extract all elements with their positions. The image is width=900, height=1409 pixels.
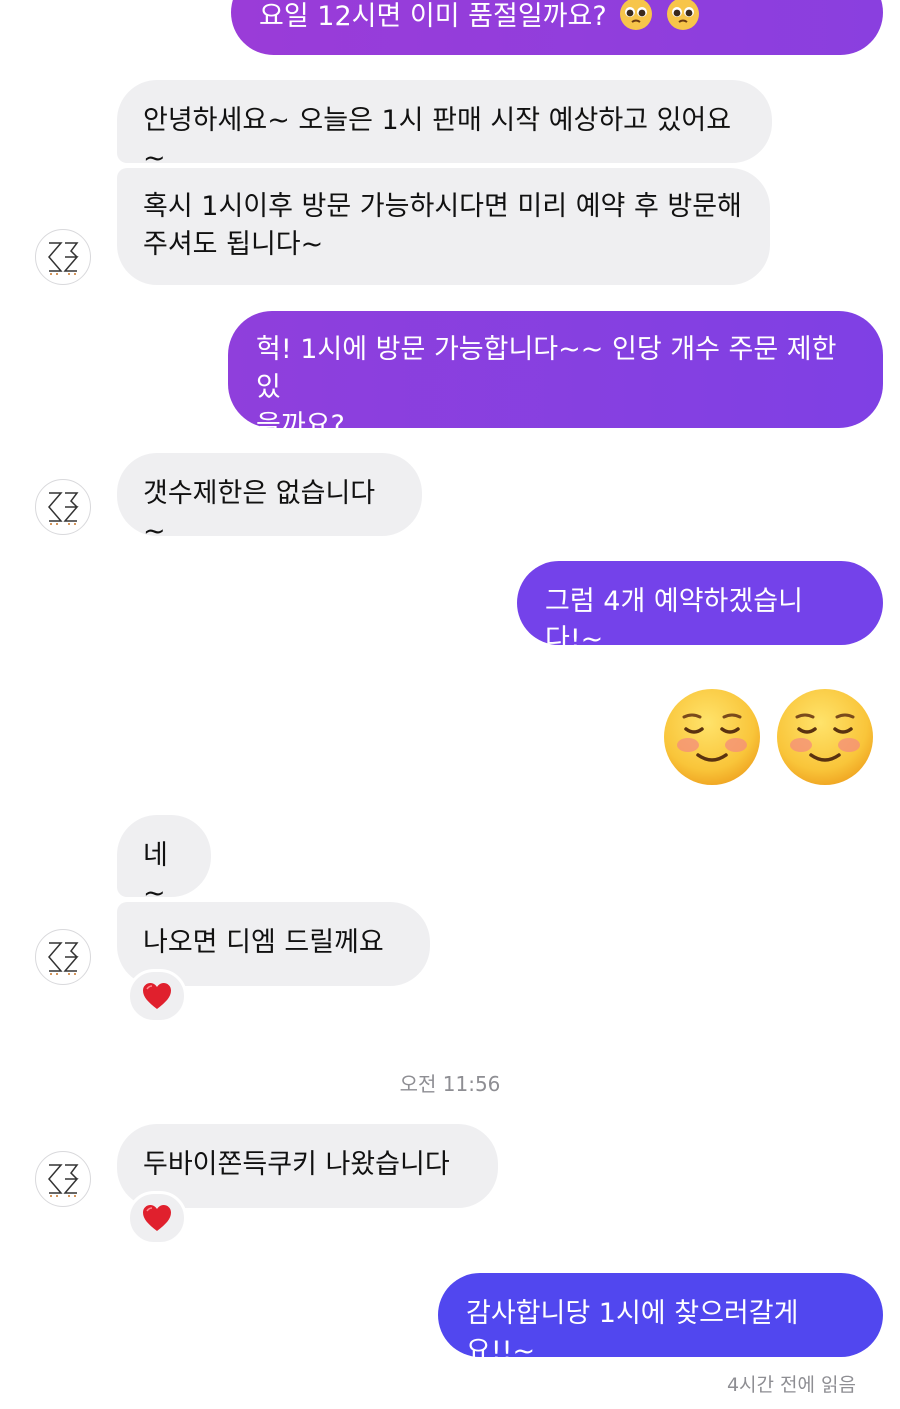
avatar[interactable]: [35, 1151, 91, 1207]
pleading-face-icon: [619, 0, 653, 42]
shop-logo-icon: [48, 942, 79, 975]
message-text: 네~: [143, 840, 168, 909]
avatar[interactable]: [35, 929, 91, 985]
red-heart-icon: [143, 983, 171, 1009]
message-text: 갯수제한은 없습니다~: [143, 478, 376, 547]
reaction-badge[interactable]: [127, 969, 187, 1023]
incoming-message-bubble[interactable]: 갯수제한은 없습니다~: [117, 453, 422, 547]
emoji-message[interactable]: [662, 687, 877, 787]
reaction-badge[interactable]: [127, 1191, 187, 1245]
outgoing-message-bubble[interactable]: 감사합니당 1시에 찾으러갈게요!!~: [438, 1273, 883, 1367]
outgoing-message-bubble[interactable]: 그럼 4개 예약하겠습니다!~: [517, 561, 883, 655]
message-text-line: 을까요?: [256, 410, 345, 441]
message-text: 감사합니당 1시에 찾으러갈게요!!~: [466, 1298, 799, 1367]
pleading-face-icon: [666, 0, 700, 42]
incoming-message-bubble[interactable]: 네~: [117, 815, 211, 909]
shop-logo-icon: [48, 1164, 79, 1197]
message-text-line: 주셔도 됩니다~: [143, 229, 324, 260]
shop-logo-icon: [48, 492, 79, 525]
avatar[interactable]: [35, 479, 91, 535]
incoming-message-bubble[interactable]: 혹시 1시이후 방문 가능하시다면 미리 예약 후 방문해 주셔도 됩니다~: [117, 168, 770, 285]
incoming-message-bubble[interactable]: 안녕하세요~ 오늘은 1시 판매 시작 예상하고 있어요~: [117, 80, 772, 174]
shop-logo-icon: [48, 242, 79, 275]
outgoing-message-bubble[interactable]: 요일 12시면 이미 품절일까요?: [231, 0, 883, 55]
message-text: 안녕하세요~ 오늘은 1시 판매 시작 예상하고 있어요~: [143, 105, 732, 174]
red-heart-icon: [143, 1205, 171, 1231]
message-text-line: 헉! 1시에 방문 가능합니다~~ 인당 개수 주문 제한 있: [256, 334, 837, 403]
message-text-line: 혹시 1시이후 방문 가능하시다면 미리 예약 후 방문해: [143, 191, 742, 222]
outgoing-message-bubble[interactable]: 헉! 1시에 방문 가능합니다~~ 인당 개수 주문 제한 있 을까요?: [228, 311, 883, 441]
avatar[interactable]: [35, 229, 91, 285]
message-text: 두바이쫀득쿠키 나왔습니다~: [143, 1149, 450, 1218]
message-text: 요일 12시면 이미 품절일까요?: [259, 1, 607, 32]
smiling-face-icon: [664, 689, 760, 785]
message-text: 그럼 4개 예약하겠습니다!~: [545, 586, 803, 655]
smiling-face-icon: [777, 689, 873, 785]
message-timestamp: 오전 11:56: [399, 1072, 501, 1096]
read-receipt: 4시간 전에 읽음: [726, 1374, 856, 1396]
